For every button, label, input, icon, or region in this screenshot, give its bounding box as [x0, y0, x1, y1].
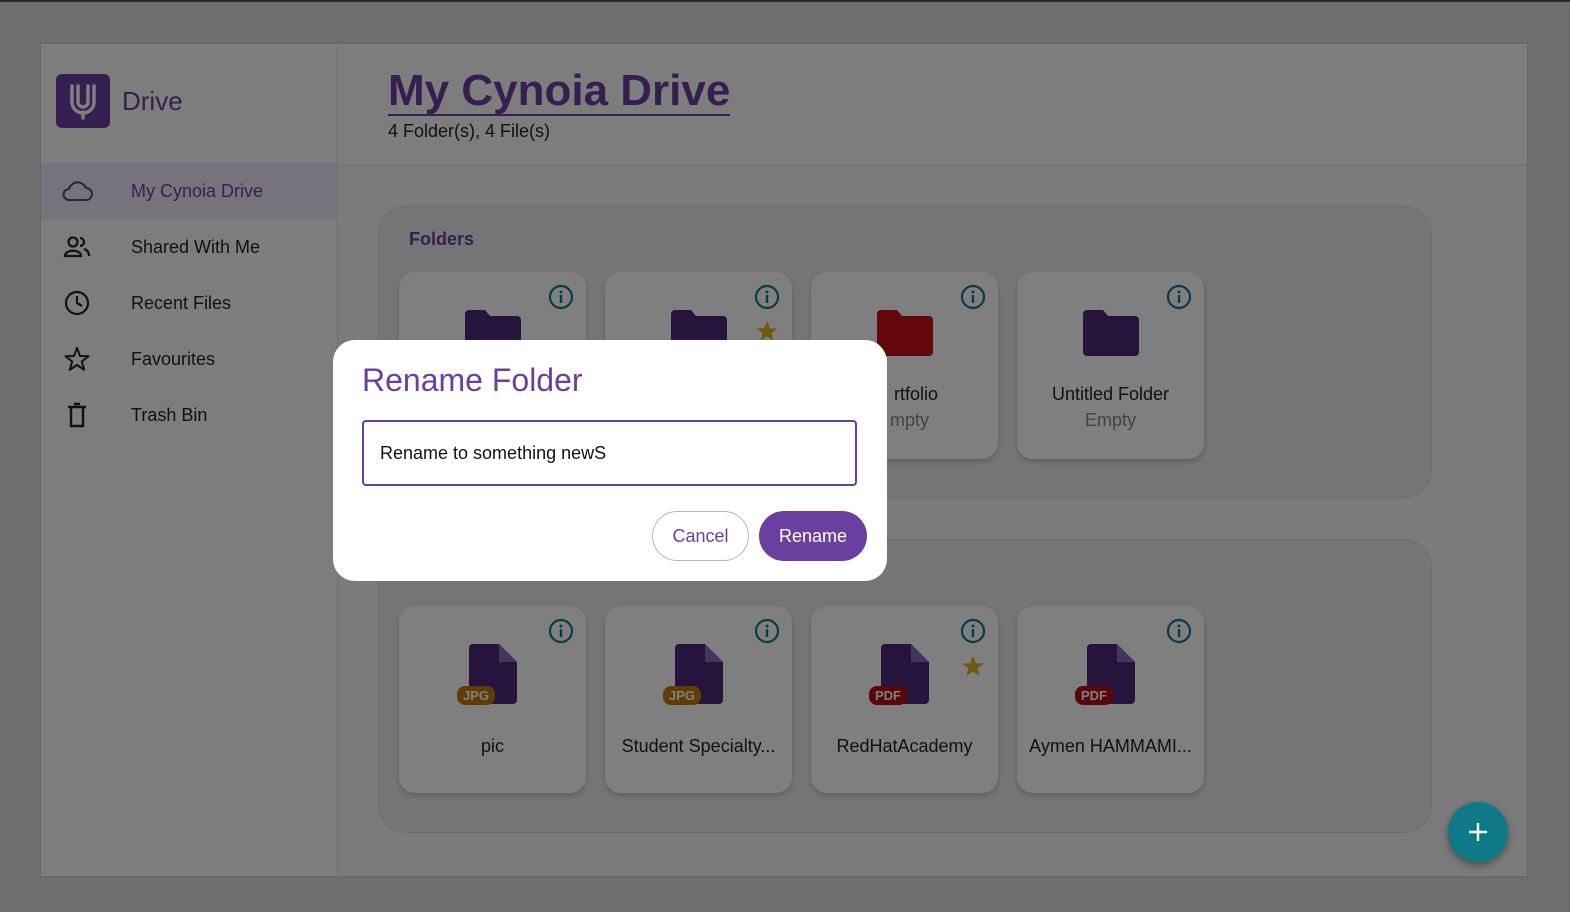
rename-button[interactable]: Rename — [759, 511, 867, 561]
cancel-button[interactable]: Cancel — [652, 511, 749, 561]
dialog-title: Rename Folder — [362, 362, 583, 398]
folder-name-input[interactable] — [362, 420, 857, 486]
add-button[interactable] — [1448, 802, 1508, 862]
plus-icon — [1469, 823, 1487, 841]
rename-folder-dialog: Rename Folder Cancel Rename — [333, 340, 887, 581]
